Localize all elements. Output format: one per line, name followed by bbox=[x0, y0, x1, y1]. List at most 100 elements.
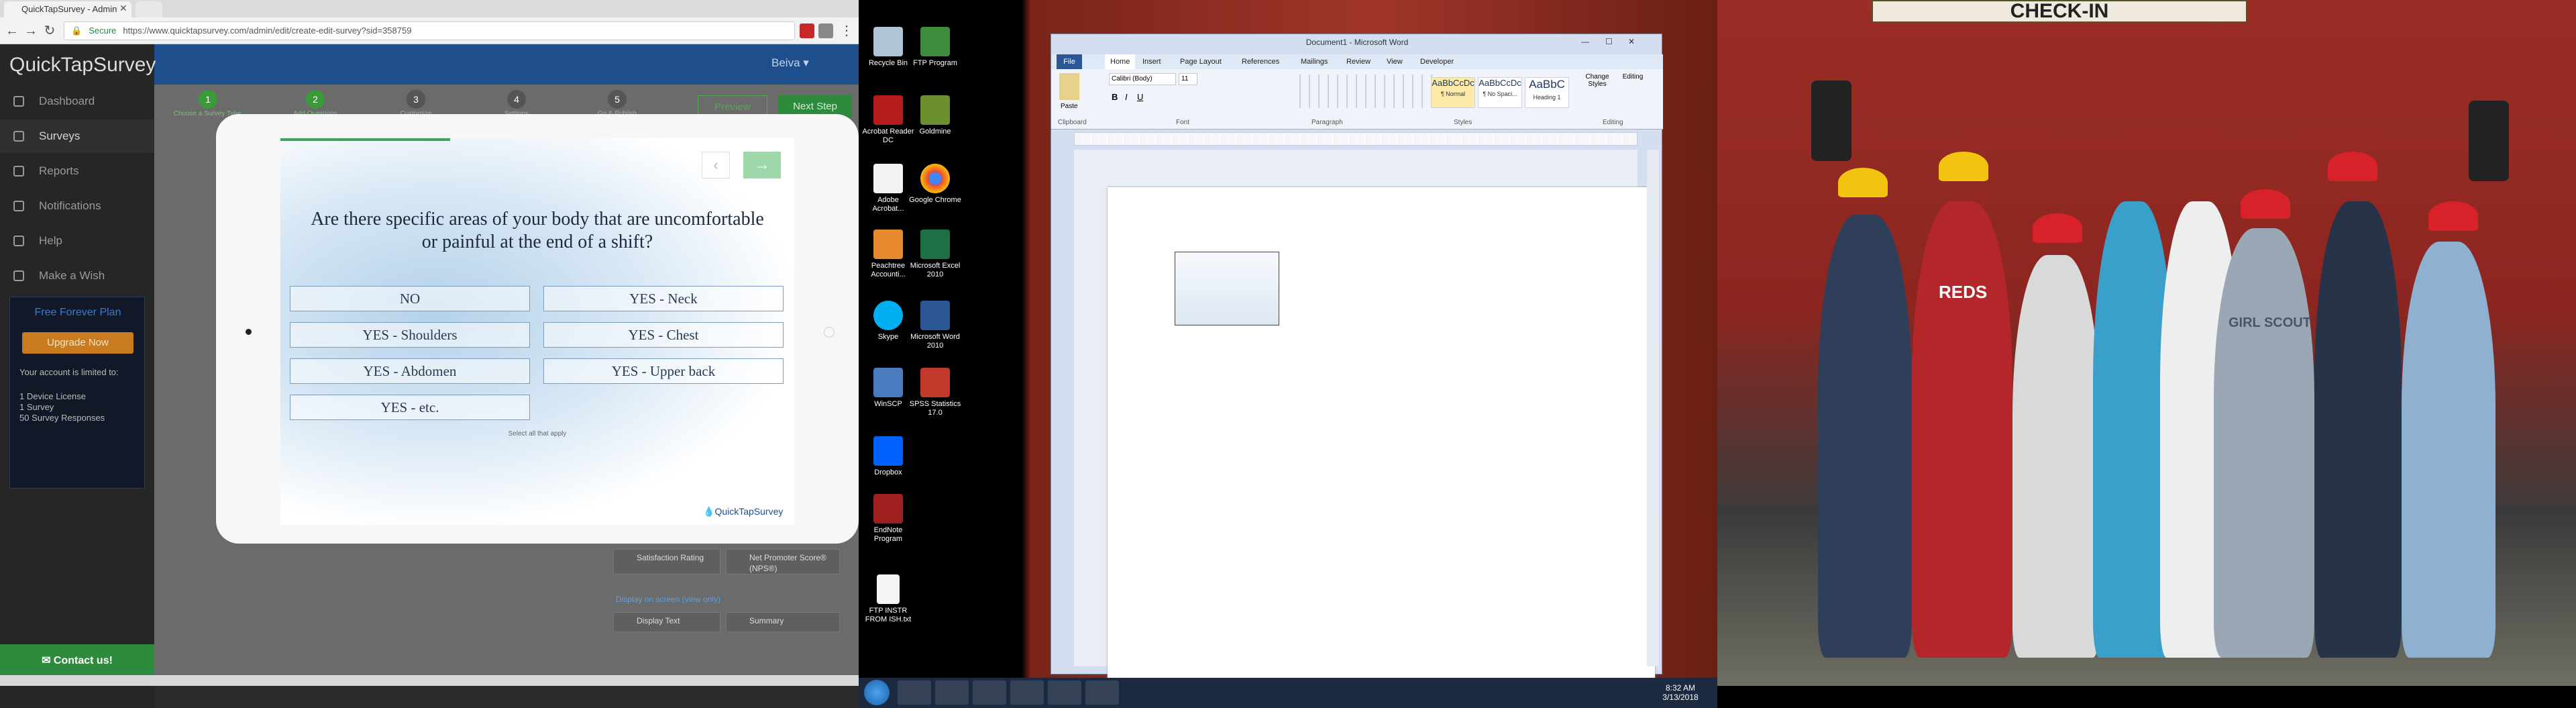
adobe-acrobat-icon bbox=[873, 164, 903, 193]
step-2[interactable]: 2 bbox=[306, 90, 325, 109]
close-icon[interactable]: ✕ bbox=[1628, 37, 1635, 46]
contact-button[interactable]: ✉ Contact us! bbox=[0, 644, 154, 678]
group-styles: Styles bbox=[1454, 119, 1472, 126]
upgrade-button[interactable]: Upgrade Now bbox=[22, 332, 133, 354]
sidebar-item-reports[interactable]: Reports bbox=[0, 154, 154, 188]
horizontal-scrollbar[interactable] bbox=[0, 675, 859, 686]
style-heading-1[interactable]: AaBbC Heading 1 bbox=[1525, 77, 1569, 108]
style-sample: AaBbC bbox=[1529, 78, 1565, 91]
vertical-scrollbar[interactable] bbox=[1647, 150, 1659, 666]
step-4[interactable]: 4 bbox=[507, 90, 526, 109]
italic-icon[interactable]: I bbox=[1125, 92, 1128, 102]
bold-icon[interactable]: B bbox=[1112, 92, 1118, 102]
desktop-icon-endnote[interactable]: EndNote Program bbox=[861, 494, 915, 544]
taskbar-explorer[interactable] bbox=[1010, 680, 1044, 705]
tab-references[interactable]: References bbox=[1242, 54, 1279, 69]
sidebar-item-wish[interactable]: Make a Wish bbox=[0, 259, 154, 293]
desktop-icon-spss[interactable]: SPSS Statistics 17.0 bbox=[908, 368, 962, 417]
taskbar-outlook[interactable] bbox=[935, 680, 969, 705]
survey-back-button[interactable]: ‹ bbox=[702, 152, 730, 179]
editing-button[interactable]: Editing bbox=[1616, 73, 1650, 81]
underline-icon[interactable]: U bbox=[1137, 92, 1143, 102]
sidebar-item-surveys[interactable]: Surveys bbox=[0, 119, 154, 153]
desktop-icon-peachtree[interactable]: Peachtree Accounti... bbox=[861, 230, 915, 279]
extension-icon-2[interactable] bbox=[818, 23, 833, 38]
desktop-icon-ftp[interactable]: FTP Program bbox=[908, 27, 962, 68]
nps-option[interactable]: Net Promoter Score® (NPS®) bbox=[726, 549, 840, 574]
tab-page-layout[interactable]: Page Layout bbox=[1180, 54, 1222, 69]
desktop-icon-winscp[interactable]: WinSCP bbox=[861, 368, 915, 409]
tab-review[interactable]: Review bbox=[1346, 54, 1371, 69]
tab-mailings[interactable]: Mailings bbox=[1301, 54, 1328, 69]
summary-option[interactable]: Summary bbox=[726, 612, 840, 632]
address-bar[interactable]: 🔒 Secure https://www.quicktapsurvey.com/ad… bbox=[64, 21, 795, 40]
desktop-icon-recycle-bin[interactable]: Recycle Bin bbox=[861, 27, 915, 68]
option-shoulders[interactable]: YES - Shoulders bbox=[290, 322, 530, 348]
survey-next-button[interactable]: → bbox=[743, 152, 781, 179]
style-no-spacing[interactable]: AaBbCcDc ¶ No Spaci... bbox=[1478, 77, 1522, 108]
new-tab-button[interactable] bbox=[136, 1, 162, 17]
shirt-text-girl-scout: GIRL SCOUT bbox=[2229, 315, 2311, 330]
style-sample: AaBbCcDc bbox=[1479, 78, 1521, 88]
taskbar-acrobat[interactable] bbox=[1085, 680, 1119, 705]
system-clock[interactable]: 8:32 AM 3/13/2018 bbox=[1650, 683, 1711, 702]
font-name-select[interactable]: Calibri (Body) bbox=[1109, 73, 1176, 85]
sidebar-item-label: Help bbox=[39, 234, 62, 247]
option-no[interactable]: NO bbox=[290, 286, 530, 311]
desktop-icon-chrome[interactable]: Google Chrome bbox=[908, 164, 962, 205]
change-styles-button[interactable]: Change Styles bbox=[1584, 73, 1611, 88]
sidebar-item-dashboard[interactable]: Dashboard bbox=[0, 85, 154, 118]
tab-insert[interactable]: Insert bbox=[1142, 54, 1161, 69]
tab-view[interactable]: View bbox=[1387, 54, 1403, 69]
back-arrow-icon[interactable]: ← bbox=[4, 23, 20, 39]
browser-tab-active[interactable]: QuickTapSurvey - Admin bbox=[4, 1, 131, 17]
option-chest[interactable]: YES - Chest bbox=[543, 322, 784, 348]
option-neck[interactable]: YES - Neck bbox=[543, 286, 784, 311]
paragraph-controls[interactable] bbox=[1299, 74, 1434, 108]
tab-home[interactable]: Home bbox=[1105, 54, 1136, 69]
desktop-icon-dropbox[interactable]: Dropbox bbox=[861, 436, 915, 477]
taskbar-excel[interactable] bbox=[1048, 680, 1081, 705]
minimize-icon[interactable]: — bbox=[1581, 37, 1589, 46]
display-text-option[interactable]: Display Text bbox=[613, 612, 720, 632]
step-5[interactable]: 5 bbox=[608, 90, 627, 109]
pasted-image[interactable] bbox=[1175, 252, 1279, 325]
person-7 bbox=[2314, 201, 2402, 658]
taskbar-chrome[interactable] bbox=[973, 680, 1006, 705]
tab-close-icon[interactable]: ✕ bbox=[119, 3, 127, 14]
ruler[interactable] bbox=[1074, 132, 1638, 146]
extension-icon[interactable] bbox=[800, 23, 814, 38]
user-menu[interactable]: Beiva ▾ bbox=[771, 56, 809, 70]
style-normal[interactable]: AaBbCcDc ¶ Normal bbox=[1431, 77, 1475, 108]
sidebar-item-help[interactable]: Help bbox=[0, 224, 154, 258]
document-page[interactable] bbox=[1108, 187, 1655, 704]
option-abdomen[interactable]: YES - Abdomen bbox=[290, 358, 530, 384]
desktop-icon-txt-file[interactable]: FTP INSTR FROM ISH.txt bbox=[861, 574, 915, 624]
satisfaction-rating-option[interactable]: Satisfaction Rating bbox=[613, 549, 720, 574]
paste-icon[interactable] bbox=[1059, 73, 1079, 100]
start-button[interactable] bbox=[864, 680, 890, 705]
taskbar-word[interactable] bbox=[898, 680, 931, 705]
menu-kebab-icon[interactable]: ⋮ bbox=[839, 23, 855, 39]
option-etc[interactable]: YES - etc. bbox=[290, 395, 530, 420]
step-3[interactable]: 3 bbox=[407, 90, 425, 109]
desktop-icon-acrobat-reader[interactable]: Acrobat Reader DC bbox=[861, 95, 915, 145]
sidebar-item-notifications[interactable]: Notifications bbox=[0, 189, 154, 223]
step-1[interactable]: 1 bbox=[199, 90, 217, 109]
tab-file[interactable]: File bbox=[1057, 54, 1082, 69]
icon-label: FTP INSTR FROM ISH.txt bbox=[865, 607, 912, 623]
desktop-icon-excel[interactable]: Microsoft Excel 2010 bbox=[908, 230, 962, 279]
reload-icon[interactable]: ↻ bbox=[42, 23, 58, 39]
desktop-icon-skype[interactable]: Skype bbox=[861, 301, 915, 342]
sidebar-item-label: Surveys bbox=[39, 130, 80, 142]
font-size-select[interactable]: 11 bbox=[1179, 73, 1197, 85]
nps-label: Net Promoter Score® (NPS®) bbox=[749, 553, 826, 573]
desktop-icon-adobe-acrobat[interactable]: Adobe Acrobat... bbox=[861, 164, 915, 213]
tab-developer[interactable]: Developer bbox=[1420, 54, 1454, 69]
maximize-icon[interactable]: ☐ bbox=[1605, 37, 1613, 46]
desktop-icon-word[interactable]: Microsoft Word 2010 bbox=[908, 301, 962, 350]
desktop-icon-goldmine[interactable]: Goldmine bbox=[908, 95, 962, 136]
forward-arrow-icon[interactable]: → bbox=[23, 23, 39, 39]
option-upper-back[interactable]: YES - Upper back bbox=[543, 358, 784, 384]
brand-logo[interactable]: QuickTapSurvey bbox=[9, 54, 156, 77]
